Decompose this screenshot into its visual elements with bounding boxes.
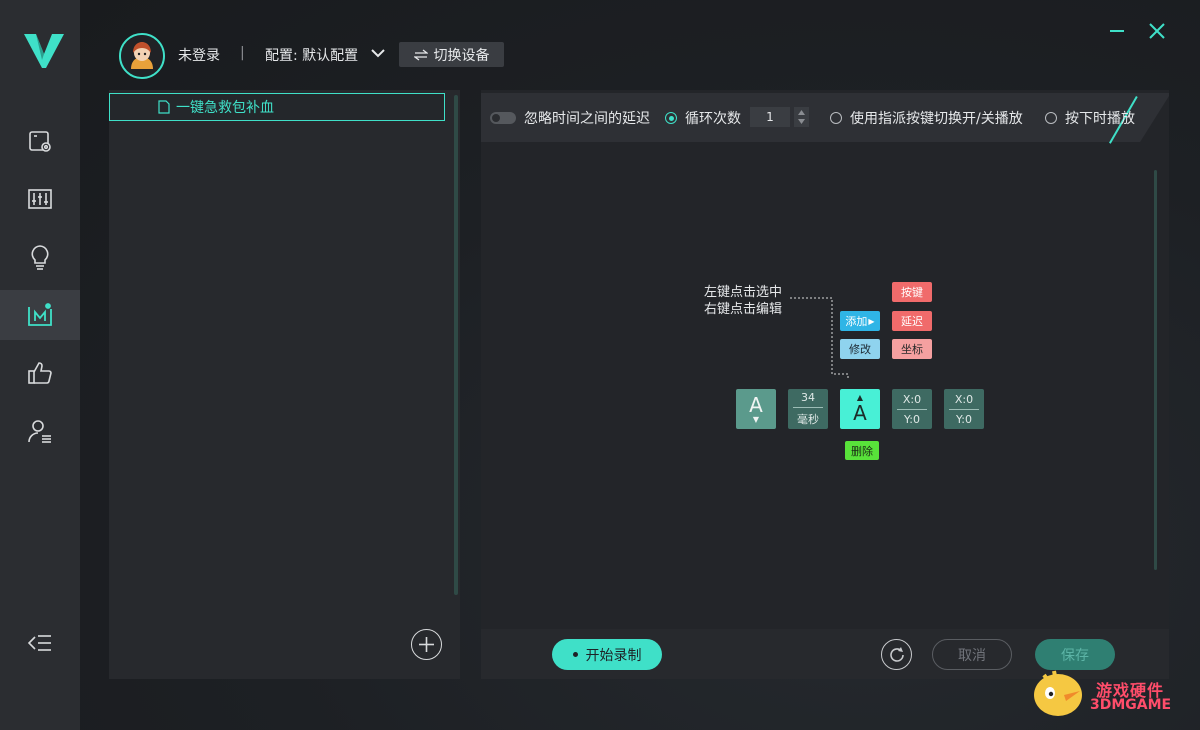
menu-add-label: 添加 [845,315,868,328]
menu-key: 按键 [892,282,932,302]
macro-editor-panel [481,90,1169,679]
step-coord-2-divider [949,408,979,410]
step-coord-1-y: Y:0 [904,412,920,426]
toggle-by-key-option[interactable]: 使用指派按键切换开/关播放 [830,108,1023,128]
loop-count-input[interactable]: 1 [750,107,790,127]
ignore-delay-option[interactable]: 忽略时间之间的延迟 [490,108,650,128]
menu-delete: 删除 [845,441,879,460]
toggle-by-key-label: 使用指派按键切换开/关播放 [850,111,1023,127]
header-separator: | [240,45,245,61]
record-dot-icon [572,652,578,657]
step-coord-2: X:0 Y:0 [944,389,984,429]
macro-item-label: 一键急救包补血 [176,100,274,116]
collapse-menu-icon [27,635,51,651]
play-while-pressed-radio[interactable] [1045,112,1057,124]
nav-lighting[interactable] [0,232,80,282]
collapse-sidebar-button[interactable] [0,618,80,668]
plus-icon [419,637,434,652]
user-list-icon [28,420,51,443]
step-coord-1-divider [897,408,927,410]
macro-list-panel [109,90,460,679]
loop-count-stepper[interactable] [794,107,809,127]
step-key-up: A ▼ [736,389,776,429]
step-coord-1-x: X:0 [902,392,922,406]
loop-count-option[interactable]: 循环次数 [665,108,741,128]
switch-device-label: 切换设备 [433,47,490,64]
watermark-subtitle: 3DMGAME [1090,697,1172,713]
mascot-logo [1034,670,1082,716]
editor-scrollbar[interactable] [1154,170,1157,570]
arrow-down-icon: ▼ [752,415,760,424]
app-logo [24,34,64,68]
reset-button[interactable] [881,639,912,670]
menu-add: 添加 ▶ [840,311,880,331]
ignore-delay-toggle[interactable] [490,112,516,124]
nav-equalizer[interactable] [0,174,80,224]
hint-right-click: 右键点击编辑 [704,302,783,317]
start-recording-label: 开始录制 [585,647,642,664]
macro-list-scrollbar[interactable] [454,95,458,595]
menu-coord: 坐标 [892,339,932,359]
start-recording-button[interactable]: 开始录制 [552,639,662,670]
step-key-down: ▲ A [840,389,880,429]
ignore-delay-label: 忽略时间之间的延迟 [524,111,650,127]
caret-right-icon: ▶ [868,316,875,326]
toggle-by-key-radio[interactable] [830,112,842,124]
device-settings-icon [29,131,51,152]
nav-account[interactable] [0,406,80,456]
cancel-button[interactable]: 取消 [932,639,1012,670]
config-selector[interactable]: 配置: 默认配置 [265,45,358,65]
nav-like[interactable] [0,348,80,398]
sidebar [0,0,80,730]
avatar[interactable] [119,33,165,79]
watermark: 游戏硬件 3DMGAME [1030,665,1190,720]
minimize-button[interactable] [1106,20,1128,42]
thumbs-up-icon [28,362,52,384]
avatar-image [121,35,163,77]
lightbulb-icon [31,245,49,270]
step-key-up-label: A [749,393,763,417]
add-macro-button[interactable] [411,629,442,660]
menu-delay: 延迟 [892,311,932,331]
swap-icon [413,48,428,61]
refresh-icon [889,646,904,662]
usage-hint: 左键点击选中 右键点击编辑 [704,284,782,318]
nav-macro[interactable] [0,290,80,340]
close-button[interactable] [1146,20,1168,42]
step-delay-value: 34 [801,391,815,404]
equalizer-icon [28,189,52,209]
step-coord-1: X:0 Y:0 [892,389,932,429]
nav-device-settings[interactable] [0,116,80,166]
step-delay-unit: 毫秒 [797,413,819,426]
loop-count-radio[interactable] [665,112,677,124]
macro-icon [28,303,52,326]
loop-count-label: 循环次数 [685,111,741,127]
login-status[interactable]: 未登录 [178,45,220,65]
step-coord-2-y: Y:0 [956,412,972,426]
step-coord-2-x: X:0 [954,392,974,406]
play-while-pressed-label: 按下时播放 [1065,111,1135,127]
step-delay: 34 毫秒 [788,389,828,429]
switch-device-button[interactable]: 切换设备 [399,42,504,67]
step-delay-divider [793,407,823,408]
play-while-pressed-option[interactable]: 按下时播放 [1045,108,1135,128]
hint-left-click: 左键点击选中 [704,285,783,300]
step-key-down-label: A [853,401,867,425]
chevron-down-icon[interactable] [370,47,386,59]
macro-list-item[interactable]: 一键急救包补血 [109,93,445,121]
document-icon [158,100,170,114]
menu-modify: 修改 [840,339,880,359]
